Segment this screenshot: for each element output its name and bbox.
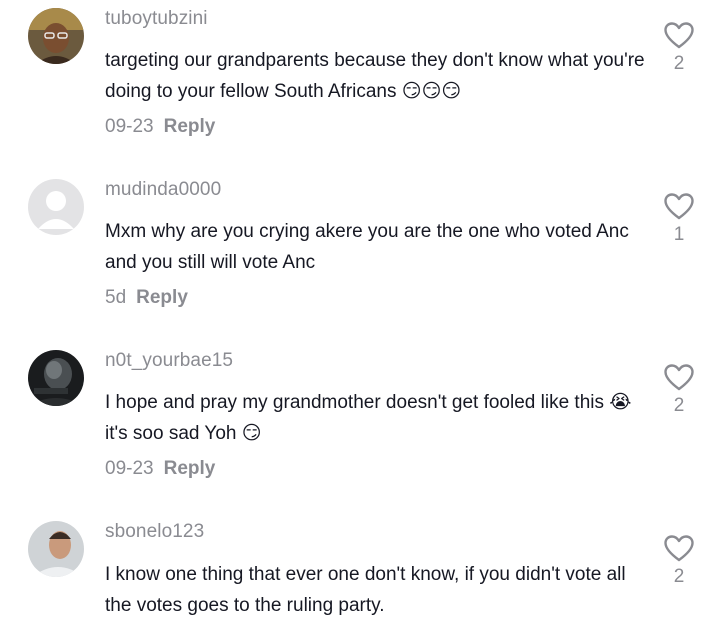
comment-text-body: I hope and pray my grandmother doesn't g… xyxy=(105,392,604,413)
like-button[interactable]: 2 xyxy=(663,22,695,75)
comment-username[interactable]: tuboytubzini xyxy=(105,8,208,30)
heart-icon xyxy=(664,364,694,391)
comment-meta: 09-23 Reply xyxy=(105,458,215,480)
like-count: 2 xyxy=(673,566,685,587)
avatar[interactable] xyxy=(28,350,84,406)
comment-date: 5d xyxy=(105,287,127,308)
like-button[interactable]: 2 xyxy=(663,535,695,588)
smirk-emoji-icon: 😏😏😏 xyxy=(401,81,462,102)
avatar[interactable] xyxy=(28,8,84,64)
comment-text-body: targeting our grandparents because they … xyxy=(105,50,645,102)
like-count: 2 xyxy=(673,395,685,416)
comment-username[interactable]: sbonelo123 xyxy=(105,521,204,543)
comment-meta: 09-23 Reply xyxy=(105,116,215,138)
comment-text-body: it's soo sad Yoh xyxy=(105,423,237,444)
comment-text: Mxm why are you crying akere you are the… xyxy=(105,221,629,273)
like-count: 1 xyxy=(673,224,685,245)
comment-text: I know one thing that ever one don't kno… xyxy=(105,564,626,616)
comment-meta: 5d Reply xyxy=(105,287,188,309)
comment-username[interactable]: mudinda0000 xyxy=(105,179,221,201)
like-count: 2 xyxy=(673,53,685,74)
reply-button[interactable]: Reply xyxy=(164,458,216,479)
avatar[interactable] xyxy=(28,179,84,235)
comment-username[interactable]: n0t_yourbae15 xyxy=(105,350,233,372)
heart-icon xyxy=(664,22,694,49)
like-button[interactable]: 2 xyxy=(663,364,695,417)
reply-button[interactable]: Reply xyxy=(136,287,188,308)
comment-date: 09-23 xyxy=(105,116,154,137)
reply-button[interactable]: Reply xyxy=(164,116,216,137)
avatar[interactable] xyxy=(28,521,84,577)
like-button[interactable]: 1 xyxy=(663,193,695,246)
crying-emoji-icon: 😭 xyxy=(609,392,632,413)
heart-icon xyxy=(664,193,694,220)
smirk-emoji-icon: 😏 xyxy=(241,423,262,444)
comment-date: 09-23 xyxy=(105,458,154,479)
comment-text: targeting our grandparents because they … xyxy=(105,45,650,107)
heart-icon xyxy=(664,535,694,562)
comment-text: I hope and pray my grandmother doesn't g… xyxy=(105,387,650,449)
